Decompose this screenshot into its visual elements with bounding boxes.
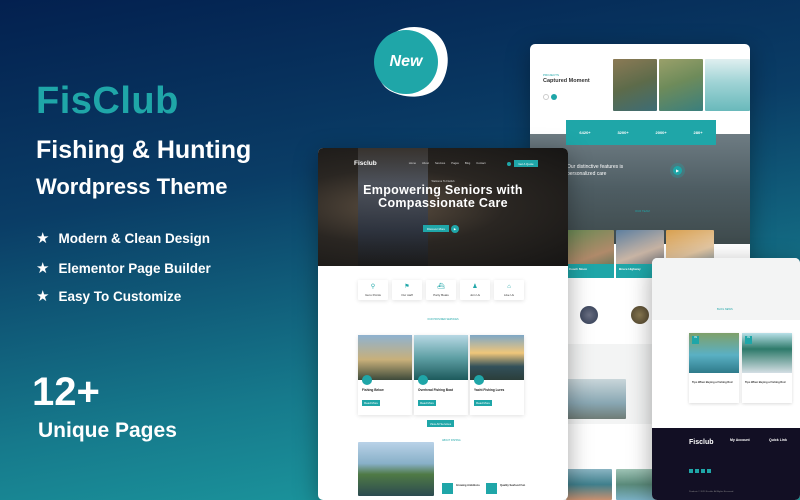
staff-icon: ⚑ <box>404 283 410 290</box>
site-logo[interactable]: Fisclub <box>354 160 377 167</box>
footer-col-account: My Account <box>730 438 750 442</box>
boat-icon: ⛴ <box>437 283 445 290</box>
site-footer: Fisclub My Account Quick Link Products ©… <box>652 428 800 500</box>
blog-card[interactable]: 09 Tips When Buying a Fishing Rod <box>689 333 739 403</box>
projects-title: Captured Moment <box>543 78 590 84</box>
headline-line2: Wordpress Theme <box>36 174 228 199</box>
view-all-services-button[interactable]: View All Services <box>427 420 454 427</box>
nav-blog[interactable]: Blog <box>465 162 470 165</box>
search-icon[interactable] <box>507 161 511 166</box>
discover-button[interactable]: Discover More <box>423 225 449 232</box>
nav-links: Home About Services Pages Blog Contact <box>409 162 486 165</box>
quote-button[interactable]: Get A Quote <box>514 160 538 167</box>
instagram-icon[interactable] <box>701 469 705 473</box>
about-kicker: ABOUT FISHING <box>442 439 461 442</box>
social-icons <box>689 469 711 473</box>
footer-col-quick: Quick Link <box>769 438 787 442</box>
project-card[interactable] <box>613 59 657 111</box>
copyright: Products © 2023 Fisclub. All Rights Rese… <box>689 491 734 493</box>
feature-card[interactable]: ⚑ Our staff <box>392 280 422 300</box>
star-icon: ★ <box>36 288 50 305</box>
service-card[interactable]: Fishing Below Read More <box>358 335 412 415</box>
testimonial-image <box>566 379 626 419</box>
twitter-icon[interactable] <box>695 469 699 473</box>
read-more-button[interactable]: Read More <box>474 400 492 406</box>
pages-label: Unique Pages <box>38 419 177 442</box>
nav-pages[interactable]: Pages <box>451 162 459 165</box>
about-icon <box>486 483 497 494</box>
brand-logo: FisClub <box>36 80 179 122</box>
headline-line1: Fishing & Hunting <box>36 136 252 164</box>
nav-about[interactable]: About <box>422 162 429 165</box>
project-card[interactable] <box>659 59 703 111</box>
play-icon[interactable]: ▶ <box>673 166 682 175</box>
read-more-button[interactable]: Read More <box>362 400 380 406</box>
reviewer-avatar <box>580 306 598 324</box>
like-icon: ⌂ <box>507 283 511 290</box>
team-label: Coach Moon <box>566 264 614 278</box>
pages-count: 12+ <box>32 370 100 414</box>
about-icon <box>442 483 453 494</box>
team-kicker: OUR TEAM <box>635 209 650 213</box>
feature-card[interactable]: ⌂ Like Us <box>494 280 524 300</box>
facebook-icon[interactable] <box>689 469 693 473</box>
fishing-rod-icon: ⚲ <box>370 283 376 290</box>
blog-screen: BLOG NEWS 09 Tips When Buying a Fishing … <box>652 258 800 500</box>
about-image <box>358 442 434 496</box>
nav-contact[interactable]: Contact <box>476 162 485 165</box>
play-icon[interactable]: ▶ <box>451 225 459 233</box>
feature-item: ★ Modern & Clean Design <box>36 230 210 247</box>
stats-bar: 6420+ 3200+ 2000+ 280+ <box>566 120 716 145</box>
star-icon: ★ <box>36 260 50 277</box>
hero-title: Empowering Seniors with Compassionate Car… <box>363 183 523 210</box>
blog-thumb[interactable] <box>566 469 612 500</box>
projects-kicker: PROJECTS <box>543 73 560 77</box>
home-screen: Fisclub Home About Services Pages Blog C… <box>318 148 568 500</box>
service-card[interactable]: Yacht Fishing Lures Read More <box>470 335 524 415</box>
feature-item: ★ Easy To Customize <box>36 288 182 305</box>
services-kicker: OUR PROVIDED SERVICES <box>427 318 459 321</box>
star-icon: ★ <box>36 230 50 247</box>
service-card[interactable]: Overhead Fishing Boat Read More <box>414 335 468 415</box>
nav-services[interactable]: Services <box>435 162 445 165</box>
reviewer-avatar <box>631 306 649 324</box>
feature-item: ★ Elementor Page Builder <box>36 260 211 277</box>
feature-card[interactable]: ⛴ Party Boats <box>426 280 456 300</box>
video-title: Our distinctive features is personalized… <box>567 164 624 177</box>
read-more-button[interactable]: Read More <box>418 400 436 406</box>
nav-home[interactable]: Home <box>409 162 416 165</box>
join-icon: ♟ <box>472 283 478 290</box>
youtube-icon[interactable] <box>707 469 711 473</box>
navbar: Fisclub Home About Services Pages Blog C… <box>318 160 568 167</box>
feature-card[interactable]: ⚲ Guru Points <box>358 280 388 300</box>
feature-card[interactable]: ♟ Join Us <box>460 280 490 300</box>
next-arrow[interactable] <box>551 94 557 100</box>
blog-card[interactable]: 09 Tips When Buying a Fishing Rod <box>742 333 792 403</box>
project-card[interactable] <box>705 59 750 111</box>
prev-arrow[interactable] <box>543 94 549 100</box>
new-badge: New <box>374 30 438 94</box>
footer-logo: Fisclub <box>689 439 714 446</box>
hero-section: Fisclub Home About Services Pages Blog C… <box>318 148 568 266</box>
blog-kicker: BLOG NEWS <box>717 308 733 311</box>
